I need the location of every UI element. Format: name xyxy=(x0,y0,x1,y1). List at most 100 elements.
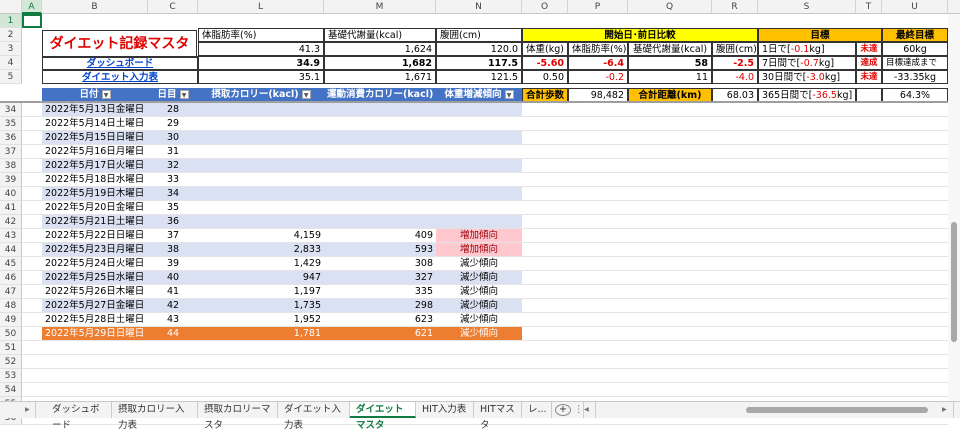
intake-cell[interactable] xyxy=(198,159,324,173)
table-row[interactable]: 2022年5月16日月曜日 31 xyxy=(42,145,522,159)
compare-fat-start[interactable]: -6.4 xyxy=(568,56,628,70)
intake-cell[interactable] xyxy=(198,201,324,215)
row-header[interactable]: 36 xyxy=(0,131,22,145)
intake-cell[interactable]: 947 xyxy=(198,271,324,285)
date-cell[interactable]: 2022年5月16日月曜日 xyxy=(42,145,148,159)
sheet-tab[interactable]: ダイエットマスタ xyxy=(350,402,416,431)
date-cell[interactable]: 2022年5月28日土曜日 xyxy=(42,313,148,327)
trend-cell[interactable]: 増加傾向 xyxy=(436,229,522,243)
fat-start-value[interactable]: 41.3 xyxy=(198,42,324,56)
row-header[interactable]: 4 xyxy=(0,56,22,70)
diet-input-link[interactable]: ダイエット入力表 xyxy=(42,70,198,84)
column-header-b[interactable]: B xyxy=(42,0,148,14)
day-cell[interactable]: 37 xyxy=(148,229,198,243)
trend-cell[interactable]: 減少傾向 xyxy=(436,313,522,327)
day-cell[interactable]: 44 xyxy=(148,327,198,341)
row-header[interactable]: 39 xyxy=(0,173,22,187)
table-row[interactable]: 2022年5月18日水曜日 33 xyxy=(42,173,522,187)
compare-bmr-prev[interactable]: 11 xyxy=(628,70,712,84)
compare-fat-prev[interactable]: -0.2 xyxy=(568,70,628,84)
table-row[interactable]: 2022年5月14日土曜日 29 xyxy=(42,117,522,131)
row-header[interactable]: 38 xyxy=(0,159,22,173)
vertical-scroll-thumb[interactable] xyxy=(951,222,957,342)
waist-prev-value[interactable]: 121.5 xyxy=(436,70,522,84)
date-cell[interactable]: 2022年5月23日月曜日 xyxy=(42,243,148,257)
table-row[interactable]: 2022年5月22日日曜日 37 4,159 409 増加傾向 xyxy=(42,229,522,243)
row-header[interactable]: 45 xyxy=(0,257,22,271)
row-header[interactable]: 41 xyxy=(0,201,22,215)
burn-cell[interactable]: 298 xyxy=(324,299,436,313)
row-header[interactable]: 1 xyxy=(0,14,22,28)
date-cell[interactable]: 2022年5月25日水曜日 xyxy=(42,271,148,285)
day-cell[interactable]: 31 xyxy=(148,145,198,159)
column-header-r[interactable]: R xyxy=(712,0,758,14)
burn-cell[interactable]: 335 xyxy=(324,285,436,299)
compare-bmr-start[interactable]: 58 xyxy=(628,56,712,70)
row-header[interactable]: 34 xyxy=(0,103,22,117)
day-cell[interactable]: 32 xyxy=(148,159,198,173)
row-header[interactable]: 50 xyxy=(0,327,22,341)
day-cell[interactable]: 36 xyxy=(148,215,198,229)
table-row[interactable]: 2022年5月23日月曜日 38 2,833 593 増加傾向 xyxy=(42,243,522,257)
burn-cell[interactable] xyxy=(324,117,436,131)
date-cell[interactable]: 2022年5月19日木曜日 xyxy=(42,187,148,201)
burn-cell[interactable] xyxy=(324,159,436,173)
date-cell[interactable]: 2022年5月21日土曜日 xyxy=(42,215,148,229)
table-row[interactable]: 2022年5月26日木曜日 41 1,197 335 減少傾向 xyxy=(42,285,522,299)
filter-dropdown-icon[interactable]: ▼ xyxy=(301,90,311,99)
waist-start-value[interactable]: 120.0 xyxy=(436,42,522,56)
date-cell[interactable]: 2022年5月14日土曜日 xyxy=(42,117,148,131)
row-header[interactable]: 53 xyxy=(0,369,22,383)
burn-cell[interactable] xyxy=(324,201,436,215)
trend-cell[interactable] xyxy=(436,145,522,159)
row-header[interactable]: 46 xyxy=(0,271,22,285)
dashboard-link-label[interactable]: ダッシュボード xyxy=(87,58,154,69)
sheet-tab[interactable]: 摂取カロリー入力表 xyxy=(112,402,198,431)
row-header[interactable]: 47 xyxy=(0,285,22,299)
final-goal-value[interactable]: 64.3% xyxy=(882,88,948,102)
day-column-header[interactable]: 日目 ▼ xyxy=(148,88,198,102)
row-header[interactable]: 52 xyxy=(0,355,22,369)
final-goal-value[interactable]: 60kg xyxy=(882,42,948,56)
sheet-tab[interactable]: ダッシュボード xyxy=(46,402,112,431)
day-cell[interactable]: 39 xyxy=(148,257,198,271)
table-row[interactable]: 2022年5月21日土曜日 36 xyxy=(42,215,522,229)
column-header-u[interactable]: U xyxy=(882,0,948,14)
date-cell[interactable]: 2022年5月29日日曜日 xyxy=(42,327,148,341)
table-row[interactable]: 2022年5月13日金曜日 28 xyxy=(42,103,522,117)
day-cell[interactable]: 42 xyxy=(148,299,198,313)
intake-cell[interactable] xyxy=(198,103,324,117)
trend-cell[interactable] xyxy=(436,215,522,229)
trend-cell[interactable]: 減少傾向 xyxy=(436,285,522,299)
trend-cell[interactable] xyxy=(436,103,522,117)
intake-cell[interactable] xyxy=(198,117,324,131)
row-header[interactable]: 51 xyxy=(0,341,22,355)
table-row[interactable]: 2022年5月24日火曜日 39 1,429 308 減少傾向 xyxy=(42,257,522,271)
steps-value[interactable]: 98,482 xyxy=(568,88,628,102)
burn-cell[interactable]: 621 xyxy=(324,327,436,341)
row-header[interactable]: 49 xyxy=(0,313,22,327)
fat-prev-value[interactable]: 35.1 xyxy=(198,70,324,84)
horizontal-scroll-thumb[interactable] xyxy=(746,407,928,413)
burn-cell[interactable] xyxy=(324,145,436,159)
row-header[interactable]: 54 xyxy=(0,383,22,397)
goal-row[interactable]: 30日間で[-3.0kg] xyxy=(758,70,856,84)
table-row[interactable]: 2022年5月20日金曜日 35 xyxy=(42,201,522,215)
table-row[interactable]: 2022年5月28日土曜日 43 1,952 623 減少傾向 xyxy=(42,313,522,327)
select-all-corner[interactable] xyxy=(0,0,22,14)
row-header[interactable]: 2 xyxy=(0,28,22,42)
burn-cell[interactable]: 327 xyxy=(324,271,436,285)
burn-cell[interactable]: 308 xyxy=(324,257,436,271)
goal-row[interactable]: 1日で[-0.1kg] xyxy=(758,42,856,56)
day-cell[interactable]: 43 xyxy=(148,313,198,327)
column-header-p[interactable]: P xyxy=(568,0,628,14)
row-header[interactable]: 48 xyxy=(0,299,22,313)
trend-cell[interactable]: 減少傾向 xyxy=(436,299,522,313)
date-column-header[interactable]: 日付 ▼ xyxy=(42,88,148,102)
goal-row[interactable]: 7日間で[-0.7kg] xyxy=(758,56,856,70)
intake-cell[interactable]: 1,429 xyxy=(198,257,324,271)
column-header-q[interactable]: Q xyxy=(628,0,712,14)
intake-cell[interactable]: 2,833 xyxy=(198,243,324,257)
active-cell-a1[interactable] xyxy=(22,14,42,28)
row-header[interactable]: 35 xyxy=(0,117,22,131)
